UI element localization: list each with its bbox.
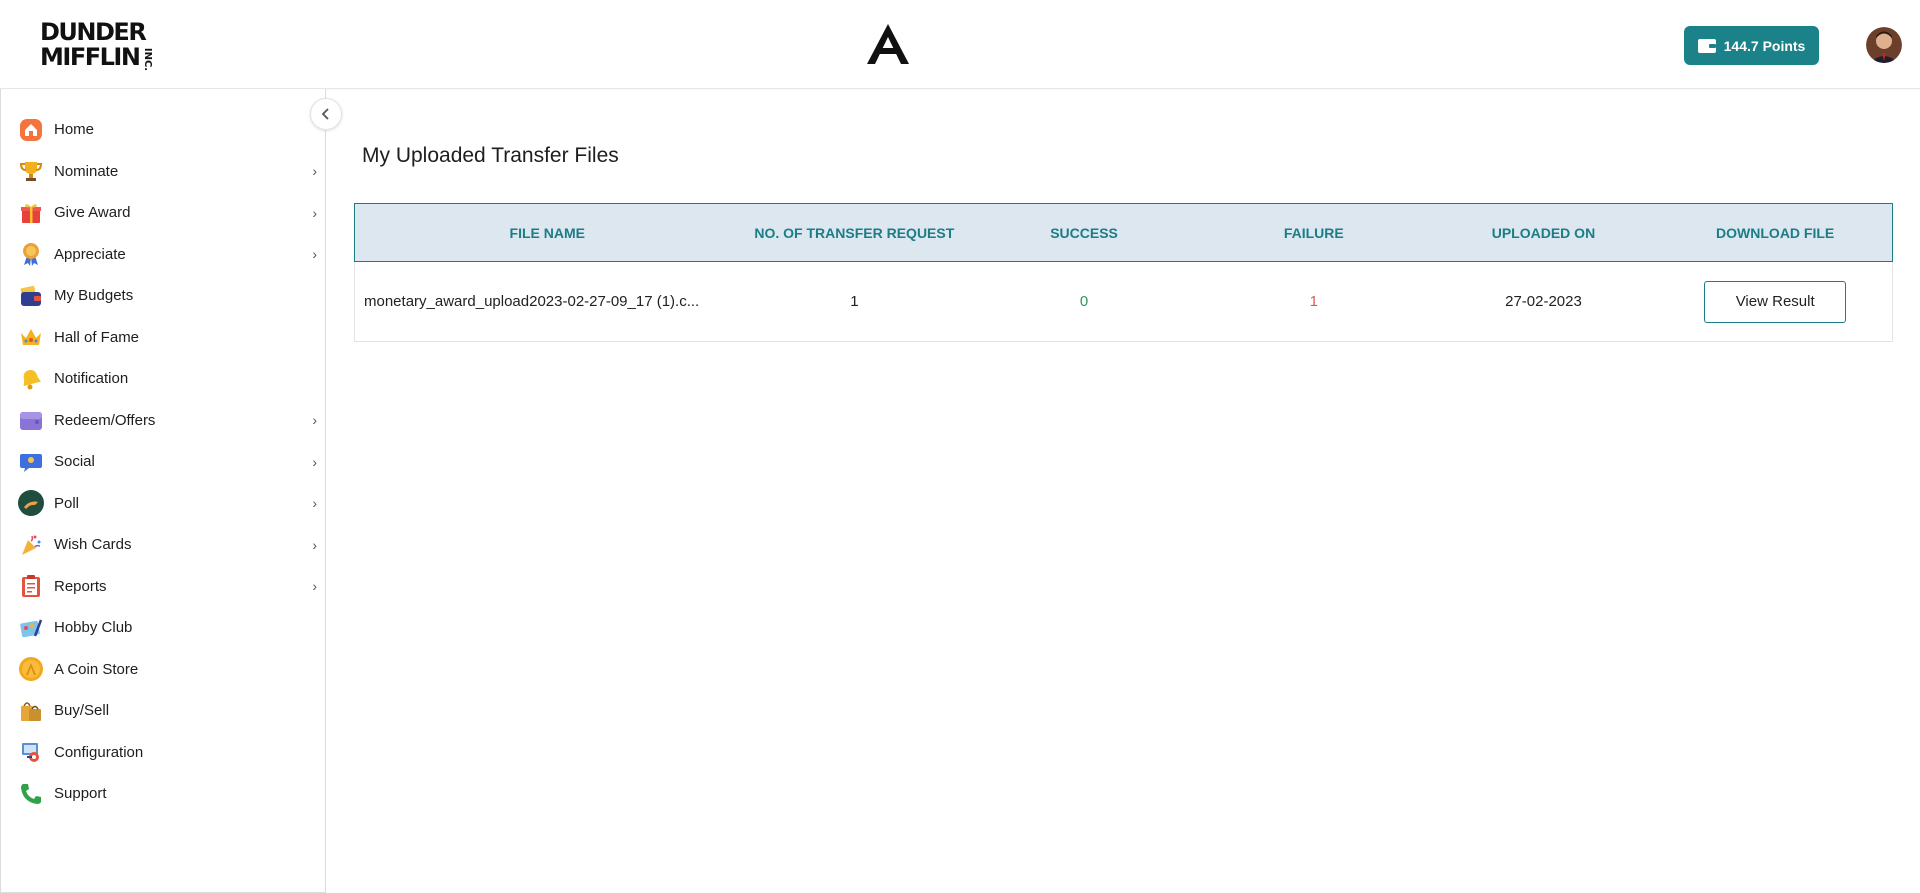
gift-icon bbox=[18, 200, 44, 226]
sidebar-item-configuration[interactable]: Configuration bbox=[1, 732, 327, 774]
sidebar-item-label: Nominate bbox=[54, 162, 119, 180]
chat-icon bbox=[18, 449, 44, 475]
user-avatar[interactable] bbox=[1866, 27, 1902, 63]
sidebar-nav: Home Nominate › Give Award › Appreciate … bbox=[1, 109, 327, 815]
success-count-cell: 0 bbox=[1079, 293, 1089, 310]
purse-icon bbox=[18, 407, 44, 433]
chevron-left-icon bbox=[321, 108, 329, 120]
party-popper-icon bbox=[18, 532, 44, 558]
company-logo[interactable]: DUNDER MIFFLIN INC. bbox=[40, 18, 153, 72]
file-name-cell: monetary_award_upload2023-02-27-09_17 (1… bbox=[364, 293, 700, 310]
sidebar-item-poll[interactable]: Poll › bbox=[1, 483, 327, 525]
app-logo-icon[interactable] bbox=[864, 20, 912, 68]
wallet-icon bbox=[1697, 39, 1716, 53]
sidebar-item-nominate[interactable]: Nominate › bbox=[1, 151, 327, 193]
chevron-right-icon: › bbox=[312, 246, 317, 263]
crown-icon bbox=[18, 324, 44, 350]
sidebar: Home Nominate › Give Award › Appreciate … bbox=[0, 89, 326, 893]
home-icon bbox=[18, 117, 44, 143]
sidebar-item-label: Configuration bbox=[54, 743, 144, 761]
sidebar-item-wish-cards[interactable]: Wish Cards › bbox=[1, 524, 327, 566]
poll-icon bbox=[18, 490, 44, 517]
phone-icon bbox=[18, 781, 44, 807]
sidebar-item-label: Home bbox=[54, 121, 95, 139]
sidebar-item-a-coin-store[interactable]: A Coin Store bbox=[1, 649, 327, 691]
sidebar-item-hobby-club[interactable]: Hobby Club bbox=[1, 607, 327, 649]
table-row: monetary_award_upload2023-02-27-09_17 (1… bbox=[354, 262, 1893, 342]
sidebar-item-label: Notification bbox=[54, 370, 129, 388]
logo-inc: INC. bbox=[142, 47, 154, 72]
sidebar-item-social[interactable]: Social › bbox=[1, 441, 327, 483]
sidebar-item-label: Support bbox=[54, 785, 107, 803]
sidebar-item-home[interactable]: Home bbox=[1, 109, 327, 151]
sidebar-item-label: A Coin Store bbox=[54, 660, 139, 678]
sidebar-item-label: Redeem/Offers bbox=[54, 411, 156, 429]
sidebar-item-label: Hobby Club bbox=[54, 619, 133, 637]
sidebar-item-hall-of-fame[interactable]: Hall of Fame bbox=[1, 317, 327, 359]
chevron-right-icon: › bbox=[312, 412, 317, 429]
sidebar-item-reports[interactable]: Reports › bbox=[1, 566, 327, 608]
sidebar-item-label: My Budgets bbox=[54, 287, 134, 305]
clipboard-icon bbox=[18, 573, 44, 599]
transfer-files-table: FILE NAME NO. OF TRANSFER REQUEST SUCCES… bbox=[354, 203, 1893, 342]
column-header-failure: FAILURE bbox=[1283, 224, 1344, 241]
trophy-icon bbox=[18, 158, 44, 184]
sidebar-item-buy-sell[interactable]: Buy/Sell bbox=[1, 690, 327, 732]
page-title: My Uploaded Transfer Files bbox=[362, 144, 619, 167]
shopping-bags-icon bbox=[18, 698, 44, 724]
sidebar-item-label: Hall of Fame bbox=[54, 328, 140, 346]
palette-icon bbox=[18, 615, 44, 641]
sidebar-item-my-budgets[interactable]: My Budgets bbox=[1, 275, 327, 317]
logo-line1: DUNDER bbox=[40, 18, 147, 46]
transfer-requests-cell: 1 bbox=[850, 293, 859, 310]
sidebar-item-notification[interactable]: Notification bbox=[1, 358, 327, 400]
chevron-right-icon: › bbox=[312, 536, 317, 553]
column-header-transfer-requests: NO. OF TRANSFER REQUEST bbox=[754, 224, 955, 241]
coin-icon bbox=[18, 656, 44, 682]
sidebar-item-give-award[interactable]: Give Award › bbox=[1, 192, 327, 234]
sidebar-item-redeem-offers[interactable]: Redeem/Offers › bbox=[1, 400, 327, 442]
column-header-success: SUCCESS bbox=[1050, 224, 1118, 241]
sidebar-item-label: Wish Cards bbox=[54, 536, 132, 554]
points-button[interactable]: 144.7 Points bbox=[1684, 26, 1819, 65]
sidebar-item-appreciate[interactable]: Appreciate › bbox=[1, 234, 327, 276]
sidebar-item-label: Appreciate bbox=[54, 245, 126, 263]
medal-icon bbox=[18, 241, 44, 267]
download-file-cell: View Result bbox=[1658, 280, 1892, 323]
bell-icon bbox=[18, 366, 44, 392]
chevron-right-icon: › bbox=[312, 204, 317, 221]
chevron-right-icon: › bbox=[312, 453, 317, 470]
column-header-uploaded-on: UPLOADED ON bbox=[1491, 224, 1596, 241]
sidebar-item-label: Give Award bbox=[54, 204, 131, 222]
failure-count-cell: 1 bbox=[1309, 293, 1318, 310]
sidebar-item-label: Buy/Sell bbox=[54, 702, 110, 720]
sidebar-item-label: Reports bbox=[54, 577, 107, 595]
sidebar-item-label: Social bbox=[54, 453, 95, 471]
sidebar-item-label: Poll bbox=[54, 494, 80, 512]
column-header-download-file: DOWNLOAD FILE bbox=[1716, 224, 1835, 241]
points-label: 144.7 Points bbox=[1723, 37, 1806, 54]
sidebar-collapse-button[interactable] bbox=[310, 98, 342, 130]
uploaded-on-cell: 27-02-2023 bbox=[1505, 293, 1582, 310]
table-header: FILE NAME NO. OF TRANSFER REQUEST SUCCES… bbox=[354, 203, 1893, 262]
wallet-icon bbox=[18, 283, 44, 309]
column-header-file-name: FILE NAME bbox=[509, 224, 585, 241]
chevron-right-icon: › bbox=[312, 495, 317, 512]
sidebar-item-support[interactable]: Support bbox=[1, 773, 327, 815]
view-result-button[interactable]: View Result bbox=[1704, 280, 1847, 323]
config-icon bbox=[18, 739, 44, 765]
top-header: DUNDER MIFFLIN INC. 144.7 Points bbox=[0, 0, 1920, 89]
logo-line2: MIFFLIN bbox=[40, 43, 141, 71]
chevron-right-icon: › bbox=[312, 163, 317, 180]
chevron-right-icon: › bbox=[312, 578, 317, 595]
